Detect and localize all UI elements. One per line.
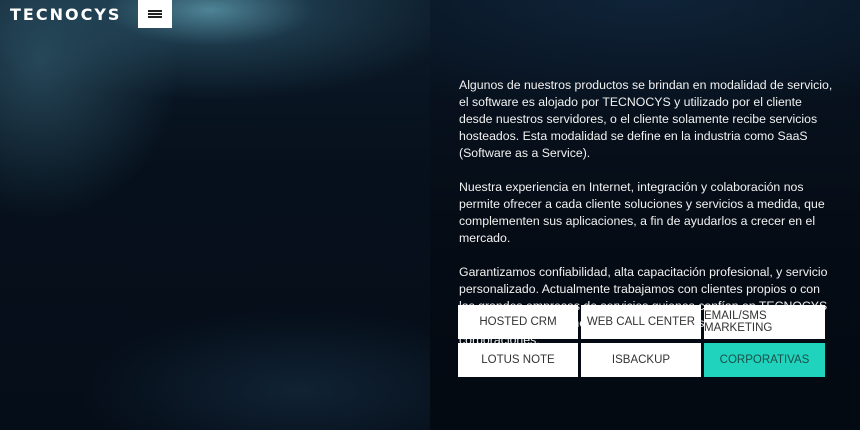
paragraph-experience: Nuestra experiencia en Internet, integra… <box>459 180 825 245</box>
tile-corporativas[interactable]: CORPORATIVAS <box>704 343 825 377</box>
tile-lotus-note[interactable]: LOTUS NOTE <box>458 343 578 377</box>
hero-background-left <box>0 0 430 430</box>
tile-isbackup[interactable]: ISBACKUP <box>581 343 701 377</box>
tile-web-call-center[interactable]: WEB CALL CENTER <box>581 305 701 339</box>
hamburger-menu-icon <box>148 10 162 18</box>
paragraph-saas: Algunos de nuestros productos se brindan… <box>459 78 833 160</box>
tile-email-sms-marketing[interactable]: EMAIL/SMS MARKETING <box>704 305 825 339</box>
tile-hosted-crm[interactable]: HOSTED CRM <box>458 305 578 339</box>
menu-button[interactable] <box>138 0 172 28</box>
service-tiles: HOSTED CRM WEB CALL CENTER EMAIL/SMS MAR… <box>458 305 825 377</box>
site-logo[interactable]: TECNOCYS <box>10 5 121 24</box>
